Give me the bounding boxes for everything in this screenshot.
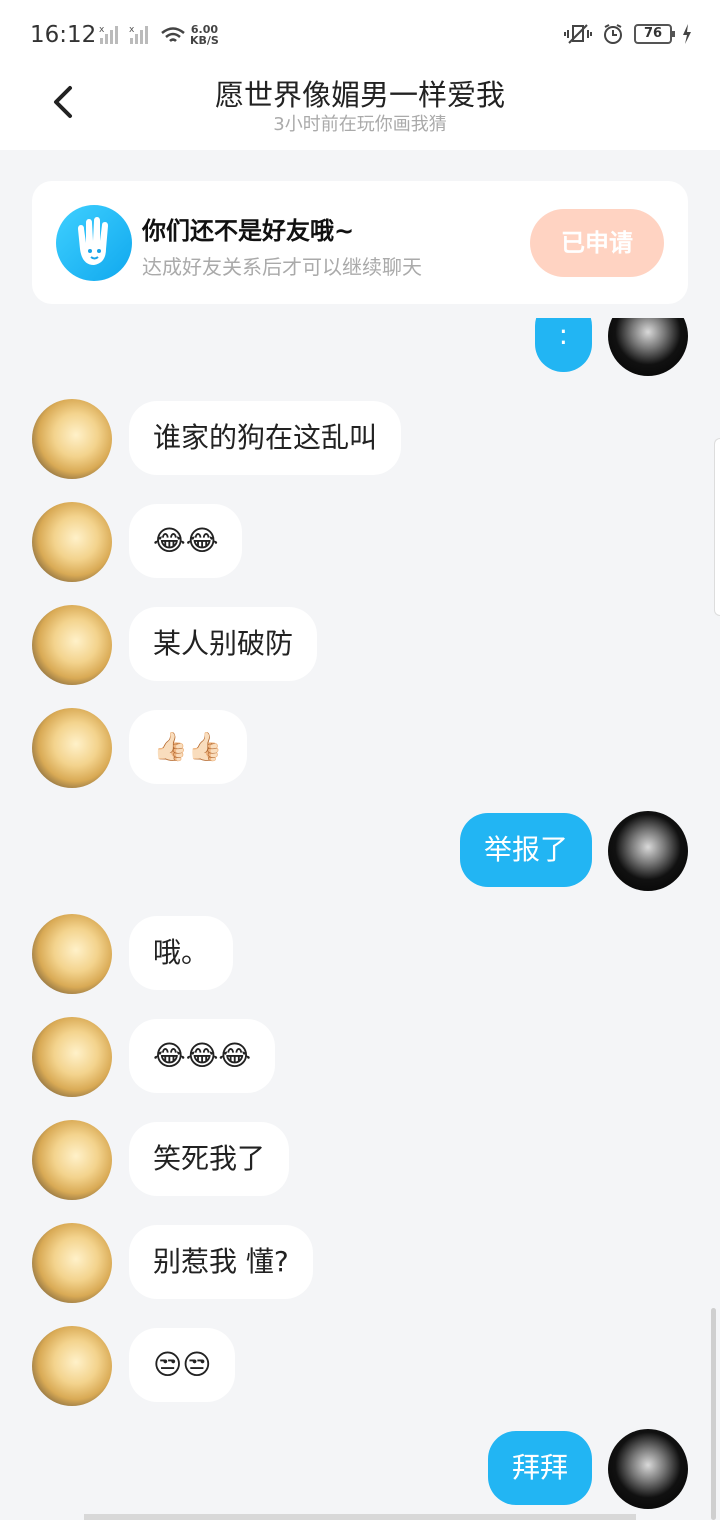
- wifi-icon: [161, 27, 185, 42]
- message-bubble[interactable]: 举报了: [459, 813, 592, 887]
- message-bubble[interactable]: 笑死我了: [129, 1122, 290, 1196]
- message-row-self: 举报了: [0, 811, 720, 891]
- message-bubble[interactable]: 😂😂😂: [129, 1019, 276, 1093]
- card-title: 你们还不是好友哦~: [142, 217, 355, 245]
- message-row-other: 😂😂😂: [0, 1017, 720, 1097]
- message-list[interactable]: : 谁家的狗在这乱叫 😂😂 某人别破防 👍🏻👍🏻 举报了 哦。 😂😂😂 笑死我了…: [0, 318, 720, 1520]
- avatar[interactable]: [32, 1223, 112, 1303]
- scrollbar[interactable]: [711, 1308, 716, 1520]
- avatar[interactable]: [608, 1429, 688, 1509]
- status-right-icons: 76: [564, 22, 692, 46]
- message-bubble[interactable]: 谁家的狗在这乱叫: [129, 401, 402, 475]
- svg-text:x: x: [99, 25, 105, 35]
- avatar[interactable]: [32, 1017, 112, 1097]
- signal-icon: x: [99, 25, 118, 44]
- battery-icon: 76: [634, 24, 675, 44]
- side-handle[interactable]: [714, 438, 720, 616]
- bottom-divider: [84, 1514, 636, 1520]
- message-bubble[interactable]: 👍🏻👍🏻: [129, 710, 247, 784]
- message-row-other: 😒😒: [0, 1326, 720, 1406]
- charging-icon: [683, 24, 691, 44]
- message-row-other: 笑死我了: [0, 1120, 720, 1200]
- signal-icon: x: [129, 25, 148, 44]
- svg-text:x: x: [129, 25, 135, 35]
- avatar[interactable]: [608, 318, 688, 376]
- message-row-self: :: [0, 318, 720, 376]
- applied-button[interactable]: 已申请: [530, 209, 664, 277]
- message-row-other: 😂😂: [0, 502, 720, 582]
- avatar[interactable]: [32, 605, 112, 685]
- chat-title: 愿世界像媚男一样爱我: [214, 78, 505, 112]
- message-row-other: 谁家的狗在这乱叫: [0, 399, 720, 479]
- alarm-icon: [604, 24, 622, 44]
- message-row-self: 拜拜: [0, 1429, 720, 1509]
- avatar[interactable]: [608, 811, 688, 891]
- message-bubble[interactable]: 拜拜: [487, 1431, 592, 1505]
- message-row-other: 👍🏻👍🏻: [0, 708, 720, 788]
- message-row-other: 哦。: [0, 914, 720, 994]
- avatar[interactable]: [32, 399, 112, 479]
- message-bubble[interactable]: 某人别破防: [129, 607, 318, 681]
- message-row-other: 某人别破防: [0, 605, 720, 685]
- net-speed: 6.00 KB/S: [190, 24, 219, 46]
- message-row-other: 别惹我 懂?: [0, 1223, 720, 1303]
- message-bubble[interactable]: 😒😒: [129, 1328, 236, 1402]
- card-subtitle: 达成好友关系后才可以继续聊天: [142, 255, 422, 279]
- status-time: 16:12: [30, 22, 97, 48]
- status-bar: 16:12 x x 6.00 KB/S 76: [0, 0, 720, 70]
- friend-request-card: 你们还不是好友哦~ 达成好友关系后才可以继续聊天 已申请: [32, 181, 688, 304]
- net-speed-unit: KB/S: [190, 34, 219, 47]
- avatar[interactable]: [32, 502, 112, 582]
- message-bubble[interactable]: :: [534, 318, 592, 372]
- wave-hand-icon: [56, 205, 132, 281]
- message-bubble[interactable]: 😂😂: [129, 504, 243, 578]
- avatar[interactable]: [32, 708, 112, 788]
- message-bubble[interactable]: 哦。: [129, 916, 234, 990]
- vibrate-icon: [564, 24, 592, 44]
- chat-header: 愿世界像媚男一样爱我 3小时前在玩你画我猜: [0, 70, 720, 150]
- message-bubble[interactable]: 别惹我 懂?: [129, 1225, 313, 1299]
- chat-subtitle: 3小时前在玩你画我猜: [273, 114, 447, 135]
- avatar[interactable]: [32, 914, 112, 994]
- avatar[interactable]: [32, 1120, 112, 1200]
- avatar[interactable]: [32, 1326, 112, 1406]
